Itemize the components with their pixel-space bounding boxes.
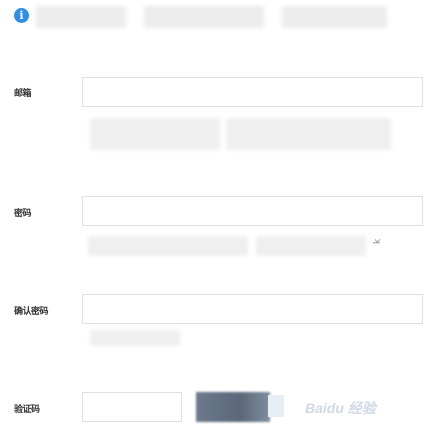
notice-text-blurred (144, 6, 264, 28)
notice-banner: i (14, 6, 394, 30)
notice-text-blurred (282, 6, 387, 28)
confirm-password-label: 确认密码 (14, 307, 49, 317)
registration-page: i 邮箱 密码 ʞ 确认密码 验证码 Baidu 经验 (0, 0, 431, 441)
password-label: 密码 (14, 209, 32, 219)
password-field[interactable] (82, 196, 423, 226)
email-hint-blurred (90, 118, 220, 150)
email-field[interactable] (82, 77, 423, 107)
password-hint-blurred (256, 236, 366, 256)
watermark: Baidu 经验 (305, 400, 376, 416)
captcha-refresh-button[interactable] (268, 395, 284, 417)
info-icon: i (14, 8, 29, 23)
confirm-password-field[interactable] (82, 294, 423, 324)
captcha-image[interactable] (196, 392, 270, 422)
confirm-password-hint-blurred (90, 330, 180, 346)
captcha-label: 验证码 (14, 405, 40, 415)
password-hint-blurred (88, 236, 248, 256)
email-label: 邮箱 (14, 89, 32, 99)
captcha-field[interactable] (82, 392, 182, 422)
email-hint-blurred (226, 118, 391, 150)
side-glyph: ʞ (372, 237, 383, 245)
notice-text-blurred (36, 6, 126, 28)
